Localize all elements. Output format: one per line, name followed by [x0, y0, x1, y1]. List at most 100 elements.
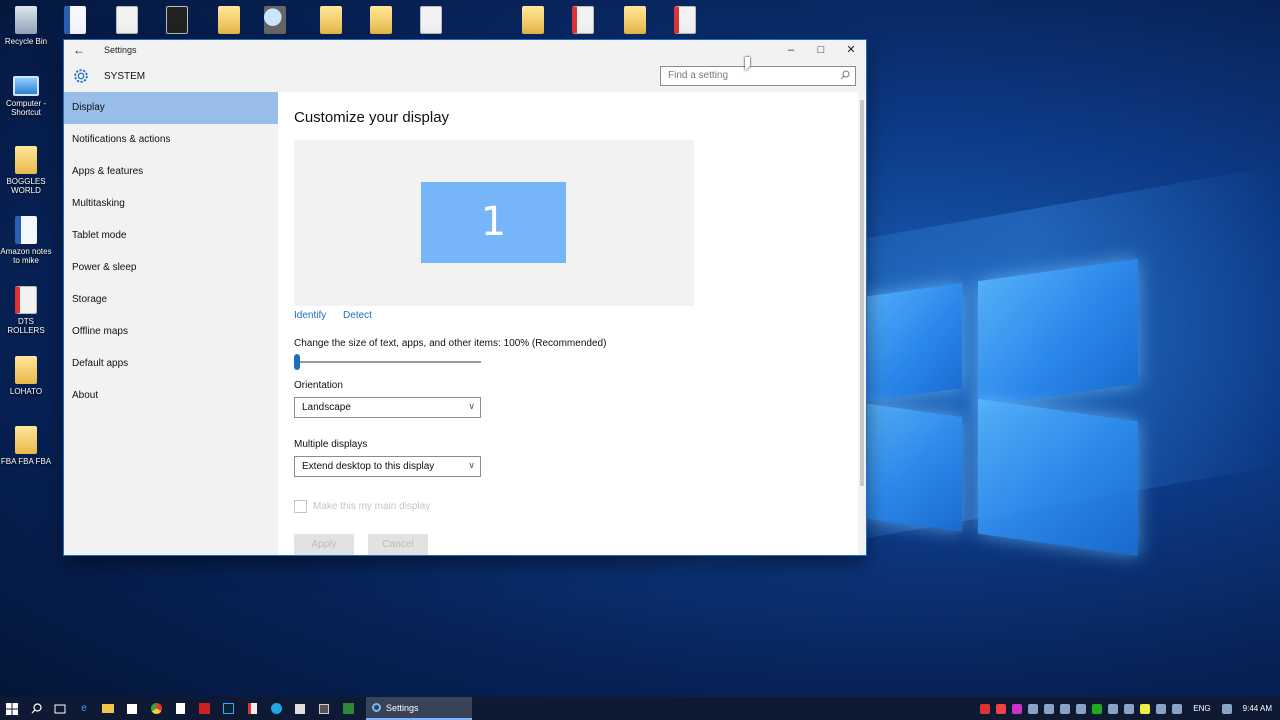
- taskbar-app-label: Settings: [386, 702, 419, 713]
- clock[interactable]: 9:44 AM: [1243, 704, 1272, 713]
- slider-thumb[interactable]: [294, 354, 300, 370]
- gear-icon: [74, 69, 88, 83]
- tray-app-icon[interactable]: [1028, 703, 1039, 714]
- sidebar-item-storage[interactable]: Storage: [64, 284, 278, 316]
- back-arrow-icon[interactable]: ←: [64, 43, 94, 57]
- orientation-value: Landscape: [302, 402, 351, 413]
- folder-icon[interactable]: [218, 6, 240, 34]
- folder-icon[interactable]: [320, 6, 342, 34]
- filezilla-icon[interactable]: [195, 702, 213, 716]
- file-explorer-icon[interactable]: [99, 702, 117, 716]
- edge-browser-icon[interactable]: e: [75, 702, 93, 716]
- desktop-icon-dts-rollers[interactable]: DTS ROLLERS: [0, 286, 52, 335]
- search-input[interactable]: Find a setting: [660, 66, 856, 86]
- document-icon: [15, 426, 37, 454]
- scrollbar[interactable]: [858, 92, 866, 555]
- pdf-app-icon[interactable]: [243, 702, 261, 716]
- close-button[interactable]: ✕: [836, 40, 866, 60]
- volume-icon[interactable]: [1108, 703, 1119, 714]
- desktop-icon-computer-shortcut[interactable]: Computer - Shortcut: [0, 76, 52, 117]
- desktop-icon-recycle-bin[interactable]: Recycle Bin: [0, 6, 52, 46]
- identify-link[interactable]: Identify: [294, 310, 326, 321]
- computer-icon: [13, 76, 39, 96]
- scale-slider[interactable]: [294, 354, 481, 370]
- monitor-tile[interactable]: 1: [421, 182, 566, 263]
- cancel-button[interactable]: Cancel: [368, 534, 428, 555]
- recycle-bin-icon: [15, 6, 37, 34]
- slider-track: [294, 361, 481, 363]
- windows-logo-wallpaper: [862, 250, 1152, 570]
- main-display-checkbox[interactable]: [294, 500, 307, 513]
- chrome-icon[interactable]: [147, 702, 165, 716]
- task-view-button[interactable]: [51, 702, 69, 716]
- search-placeholder: Find a setting: [668, 70, 729, 81]
- sidebar-item-default-apps[interactable]: Default apps: [64, 348, 278, 380]
- scrollbar-thumb[interactable]: [860, 100, 864, 486]
- search-magnifier-icon[interactable]: [264, 6, 286, 34]
- sidebar-item-tablet-mode[interactable]: Tablet mode: [64, 220, 278, 252]
- app-icon[interactable]: [315, 702, 333, 716]
- search-icon[interactable]: [840, 70, 850, 80]
- minimize-button[interactable]: –: [776, 40, 806, 60]
- skype-icon[interactable]: [267, 702, 285, 716]
- page-section-title: SYSTEM: [104, 71, 146, 82]
- tray-app-icon[interactable]: [1012, 703, 1023, 714]
- pdf-document-icon[interactable]: [166, 6, 188, 34]
- settings-window: ← Settings – □ ✕ SYSTEM Find a setting D…: [64, 40, 866, 555]
- display-arrangement-area: 1: [294, 140, 694, 306]
- multiple-displays-dropdown[interactable]: Extend desktop to this display ∨: [294, 456, 481, 477]
- folder-icon[interactable]: [370, 6, 392, 34]
- pdf-document-icon[interactable]: [572, 6, 594, 34]
- desktop-icon-amazon-notes[interactable]: Amazon notes to mike: [0, 216, 52, 265]
- pdf-document-icon[interactable]: [674, 6, 696, 34]
- sidebar-item-notifications[interactable]: Notifications & actions: [64, 124, 278, 156]
- language-indicator[interactable]: ENG: [1193, 704, 1210, 713]
- main-display-label: Make this my main display: [313, 501, 431, 512]
- desktop-icon-fba[interactable]: FBA FBA FBA: [0, 426, 52, 466]
- document-icon[interactable]: [420, 6, 442, 34]
- sidebar-item-display[interactable]: Display: [64, 92, 278, 124]
- mouse-cursor-icon: [745, 57, 750, 71]
- tray-app-icon[interactable]: [1092, 703, 1103, 714]
- document-app-icon[interactable]: [171, 702, 189, 716]
- tray-app-icon[interactable]: [980, 703, 991, 714]
- store-icon[interactable]: [123, 702, 141, 716]
- photoshop-icon[interactable]: [219, 702, 237, 716]
- tray-app-icon[interactable]: [1124, 703, 1135, 714]
- pdf-document-icon: [15, 286, 37, 314]
- tray-app-icon[interactable]: [1076, 703, 1087, 714]
- excel-icon[interactable]: [339, 702, 357, 716]
- detect-link[interactable]: Detect: [343, 310, 372, 321]
- spreadsheet-icon[interactable]: [64, 6, 86, 34]
- tray-app-icon[interactable]: [1140, 703, 1151, 714]
- folder-icon[interactable]: [624, 6, 646, 34]
- network-icon[interactable]: [1156, 703, 1167, 714]
- folder-icon[interactable]: [522, 6, 544, 34]
- search-taskbar-button[interactable]: [27, 702, 45, 716]
- tray-app-icon[interactable]: [1044, 703, 1055, 714]
- search-icon: [31, 703, 42, 714]
- apply-button[interactable]: Apply: [294, 534, 354, 555]
- sidebar-item-multitasking[interactable]: Multitasking: [64, 188, 278, 220]
- tray-app-icon[interactable]: [1060, 703, 1071, 714]
- desktop-icon-boggles-world[interactable]: BOGGLES WORLD: [0, 146, 52, 195]
- sidebar-item-offline-maps[interactable]: Offline maps: [64, 316, 278, 348]
- sidebar-item-about[interactable]: About: [64, 380, 278, 412]
- system-tray: ENG 9:44 AM: [977, 697, 1280, 720]
- action-center-icon[interactable]: [1221, 703, 1232, 714]
- start-button[interactable]: [3, 702, 21, 716]
- notes-app-icon[interactable]: [291, 702, 309, 716]
- sidebar-item-power-sleep[interactable]: Power & sleep: [64, 252, 278, 284]
- taskbar: e Settings ENG 9:44 AM: [0, 697, 1280, 720]
- desktop-icon-lohato[interactable]: LOHATO: [0, 356, 52, 396]
- taskbar-app-settings[interactable]: Settings: [366, 697, 472, 720]
- multiple-displays-label: Multiple displays: [294, 439, 368, 450]
- display-settings-content: Customize your display 1 Identify Detect…: [278, 92, 858, 555]
- sidebar-item-apps-features[interactable]: Apps & features: [64, 156, 278, 188]
- maximize-button[interactable]: □: [806, 40, 836, 60]
- document-icon[interactable]: [116, 6, 138, 34]
- orientation-label: Orientation: [294, 380, 343, 391]
- notifications-icon[interactable]: [1172, 703, 1183, 714]
- orientation-dropdown[interactable]: Landscape ∨: [294, 397, 481, 418]
- tray-app-icon[interactable]: [996, 703, 1007, 714]
